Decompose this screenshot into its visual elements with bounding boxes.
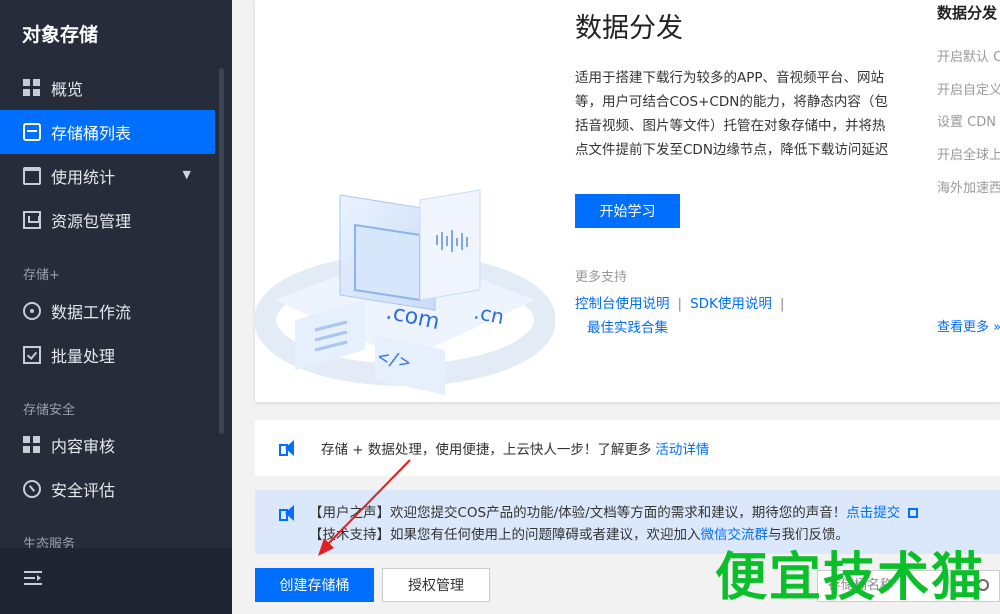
sidebar-item-content-review[interactable]: 内容审核 <box>0 423 215 467</box>
link-best-practices[interactable]: 最佳实践合集 <box>587 320 668 336</box>
sidebar-footer <box>0 548 232 614</box>
grid-icon <box>23 436 41 454</box>
sidebar-item-usage-stats[interactable]: 使用统计 ▼ <box>0 154 215 198</box>
sidebar-item-label: 内容审核 <box>51 437 116 456</box>
collapse-menu-icon[interactable] <box>24 570 42 586</box>
card-description: 适用于搭建下载行为较多的APP、音视频平台、网站等，用户可结合COS+CDN的能… <box>575 70 889 158</box>
user-voice-text: 【用户之声】欢迎您提交COS产品的功能/体验/文档等方面的需求和建议，期待您的声… <box>309 505 847 521</box>
speaker-icon <box>279 439 301 457</box>
right-column-title: 数据分发 <box>937 4 998 22</box>
link-separator: | <box>677 296 683 312</box>
chevron-down-icon: ▼ <box>182 168 191 181</box>
sidebar-item-label: 使用统计 <box>51 168 116 187</box>
database-icon <box>23 123 41 141</box>
authorization-management-button[interactable]: 授权管理 <box>382 568 490 602</box>
sidebar-item-label: 资源包管理 <box>51 212 132 231</box>
grid-icon <box>23 79 41 97</box>
sidebar-item-batch[interactable]: 批量处理 <box>0 333 215 377</box>
sidebar-item-security-eval[interactable]: 安全评估 <box>0 467 215 511</box>
more-support-label: 更多支持 <box>575 270 628 285</box>
sidebar-item-label: 概览 <box>51 80 84 99</box>
link-separator: | <box>779 296 785 312</box>
create-bucket-button[interactable]: 创建存储桶 <box>255 568 374 602</box>
right-column-item: 设置 CDN <box>937 115 996 130</box>
right-column-item: 开启默认 C <box>937 50 1000 65</box>
watermark-logo: 便宜技术猫 <box>715 548 986 608</box>
sidebar: 对象存储 概览 存储桶列表 使用统计 ▼ 资源包管理 存储+ 数据工作流 批量处… <box>0 0 232 614</box>
workflow-icon <box>23 302 41 320</box>
submit-feedback-link[interactable]: 点击提交 <box>846 505 900 521</box>
link-sdk-guide[interactable]: SDK使用说明 <box>690 296 772 312</box>
promo-notice: 存储 + 数据处理，使用便捷，上云快人一步！了解更多 活动详情 <box>255 420 1000 476</box>
sidebar-item-package-mgmt[interactable]: 资源包管理 <box>0 198 215 242</box>
card-title: 数据分发 <box>575 13 683 44</box>
sidebar-item-label: 安全评估 <box>51 481 116 500</box>
sidebar-scrollbar[interactable] <box>219 68 224 434</box>
user-voice-line: 【用户之声】欢迎您提交COS产品的功能/体验/文档等方面的需求和建议，期待您的声… <box>309 501 919 521</box>
sidebar-item-bucket-list[interactable]: 存储桶列表 <box>0 110 215 154</box>
calendar-icon <box>23 167 41 185</box>
right-column-item: 开启自定义 <box>937 83 1000 98</box>
speaker-icon <box>279 504 301 522</box>
support-links: 控制台使用说明 | SDK使用说明 | 最佳实践合集 <box>575 292 815 340</box>
sidebar-item-label: 存储桶列表 <box>51 124 132 143</box>
promo-notice-text: 存储 + 数据处理，使用便捷，上云快人一步！了解更多 <box>321 442 652 458</box>
sidebar-group-storage-plus: 存储+ <box>23 268 60 283</box>
sidebar-group-security: 存储安全 <box>23 403 76 418</box>
data-distribution-illustration: .com .cn </> <box>255 189 555 395</box>
data-distribution-card: .com .cn </> 数据分发 适用于搭建下载行为较多的APP、音视频平台、… <box>255 0 1000 402</box>
sidebar-item-overview[interactable]: 概览 <box>0 66 215 110</box>
package-icon <box>23 211 41 229</box>
right-column-item: 开启全球上 <box>937 148 1000 163</box>
start-learning-button[interactable]: 开始学习 <box>575 194 680 228</box>
sidebar-brand: 对象存储 <box>22 24 99 46</box>
tech-support-text: 【技术支持】如果您有任何使用上的问题障碍或者建议，欢迎加入 <box>309 527 701 543</box>
gauge-icon <box>23 480 41 498</box>
right-column-item: 海外加速西 <box>937 181 1000 196</box>
external-link-icon[interactable] <box>908 508 919 518</box>
main-content: .com .cn </> 数据分发 适用于搭建下载行为较多的APP、音视频平台、… <box>232 0 1000 614</box>
sidebar-item-label: 数据工作流 <box>51 303 132 322</box>
sidebar-item-label: 批量处理 <box>51 347 116 366</box>
view-more-link[interactable]: 查看更多 » <box>937 316 1000 335</box>
checkbox-icon <box>23 346 41 364</box>
link-console-guide[interactable]: 控制台使用说明 <box>575 296 670 312</box>
sidebar-item-workflow[interactable]: 数据工作流 <box>0 289 215 333</box>
activity-details-link[interactable]: 活动详情 <box>655 438 709 458</box>
